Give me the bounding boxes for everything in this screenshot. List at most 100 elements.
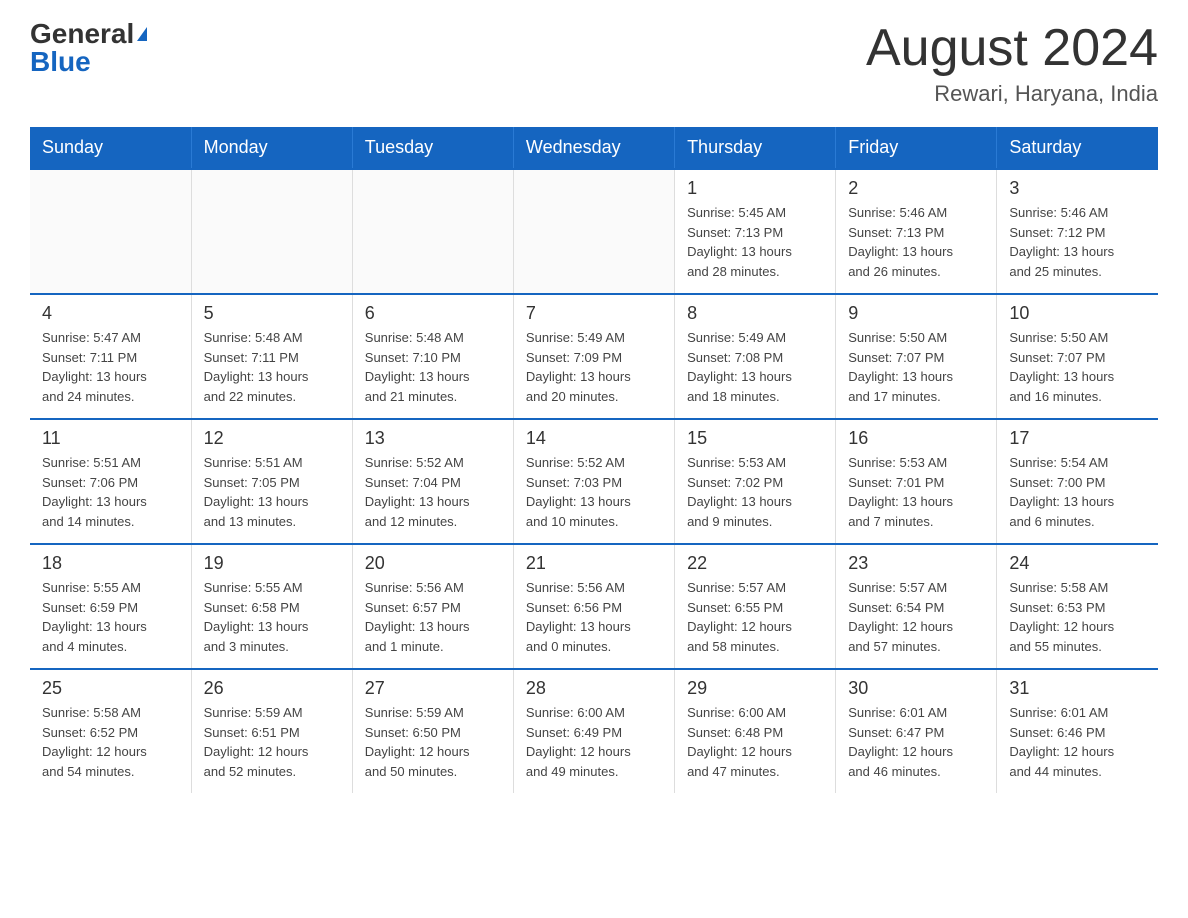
logo: General Blue (30, 20, 147, 76)
day-number: 13 (365, 428, 501, 449)
day-number: 18 (42, 553, 179, 574)
day-number: 12 (204, 428, 340, 449)
day-number: 8 (687, 303, 823, 324)
day-number: 11 (42, 428, 179, 449)
day-info: Sunrise: 5:51 AMSunset: 7:06 PMDaylight:… (42, 453, 179, 531)
day-number: 17 (1009, 428, 1146, 449)
day-number: 29 (687, 678, 823, 699)
calendar-cell: 25 Sunrise: 5:58 AMSunset: 6:52 PMDayligh… (30, 669, 191, 793)
day-number: 14 (526, 428, 662, 449)
day-number: 21 (526, 553, 662, 574)
day-number: 28 (526, 678, 662, 699)
calendar-cell: 31 Sunrise: 6:01 AMSunset: 6:46 PMDayligh… (997, 669, 1158, 793)
title-area: August 2024 Rewari, Haryana, India (866, 20, 1158, 107)
day-number: 26 (204, 678, 340, 699)
weekday-header-friday: Friday (836, 127, 997, 169)
day-number: 19 (204, 553, 340, 574)
calendar-week-3: 11 Sunrise: 5:51 AMSunset: 7:06 PMDayligh… (30, 419, 1158, 544)
calendar-cell (513, 169, 674, 294)
day-info: Sunrise: 5:49 AMSunset: 7:09 PMDaylight:… (526, 328, 662, 406)
weekday-header-saturday: Saturday (997, 127, 1158, 169)
calendar-cell: 27Sunrise: 5:59 AMSunset: 6:50 PMDayligh… (352, 669, 513, 793)
day-info: Sunrise: 5:59 AMSunset: 6:51 PMDaylight:… (204, 703, 340, 781)
calendar-cell: 20 Sunrise: 5:56 AMSunset: 6:57 PMDayligh… (352, 544, 513, 669)
calendar-cell: 11 Sunrise: 5:51 AMSunset: 7:06 PMDayligh… (30, 419, 191, 544)
day-info: Sunrise: 5:48 AMSunset: 7:11 PMDaylight:… (204, 328, 340, 406)
calendar-cell: 7 Sunrise: 5:49 AMSunset: 7:09 PMDaylight… (513, 294, 674, 419)
day-info: Sunrise: 5:58 AMSunset: 6:52 PMDaylight:… (42, 703, 179, 781)
calendar-week-4: 18 Sunrise: 5:55 AMSunset: 6:59 PMDayligh… (30, 544, 1158, 669)
calendar-cell: 16 Sunrise: 5:53 AMSunset: 7:01 PMDayligh… (836, 419, 997, 544)
calendar-cell: 30 Sunrise: 6:01 AMSunset: 6:47 PMDayligh… (836, 669, 997, 793)
day-info: Sunrise: 6:01 AMSunset: 6:46 PMDaylight:… (1009, 703, 1146, 781)
calendar-cell: 2Sunrise: 5:46 AMSunset: 7:13 PMDaylight… (836, 169, 997, 294)
day-info: Sunrise: 5:58 AMSunset: 6:53 PMDaylight:… (1009, 578, 1146, 656)
day-number: 25 (42, 678, 179, 699)
day-number: 22 (687, 553, 823, 574)
location: Rewari, Haryana, India (866, 81, 1158, 107)
day-number: 16 (848, 428, 984, 449)
day-info: Sunrise: 5:57 AMSunset: 6:54 PMDaylight:… (848, 578, 984, 656)
day-info: Sunrise: 5:53 AMSunset: 7:02 PMDaylight:… (687, 453, 823, 531)
day-number: 2 (848, 178, 984, 199)
day-number: 20 (365, 553, 501, 574)
day-info: Sunrise: 6:00 AMSunset: 6:48 PMDaylight:… (687, 703, 823, 781)
day-info: Sunrise: 6:01 AMSunset: 6:47 PMDaylight:… (848, 703, 984, 781)
calendar-cell: 22 Sunrise: 5:57 AMSunset: 6:55 PMDayligh… (675, 544, 836, 669)
day-info: Sunrise: 5:56 AMSunset: 6:56 PMDaylight:… (526, 578, 662, 656)
day-info: Sunrise: 5:50 AMSunset: 7:07 PMDaylight:… (848, 328, 984, 406)
calendar-cell: 21 Sunrise: 5:56 AMSunset: 6:56 PMDayligh… (513, 544, 674, 669)
day-number: 31 (1009, 678, 1146, 699)
month-title: August 2024 (866, 20, 1158, 77)
day-info: Sunrise: 5:50 AMSunset: 7:07 PMDaylight:… (1009, 328, 1146, 406)
calendar-week-2: 4Sunrise: 5:47 AMSunset: 7:11 PMDaylight… (30, 294, 1158, 419)
day-number: 3 (1009, 178, 1146, 199)
weekday-header-row: SundayMondayTuesdayWednesdayThursdayFrid… (30, 127, 1158, 169)
calendar-body: 1Sunrise: 5:45 AMSunset: 7:13 PMDaylight… (30, 169, 1158, 793)
calendar-cell: 4Sunrise: 5:47 AMSunset: 7:11 PMDaylight… (30, 294, 191, 419)
day-number: 27 (365, 678, 501, 699)
day-info: Sunrise: 5:55 AMSunset: 6:59 PMDaylight:… (42, 578, 179, 656)
calendar-cell: 6Sunrise: 5:48 AMSunset: 7:10 PMDaylight… (352, 294, 513, 419)
calendar-cell: 24Sunrise: 5:58 AMSunset: 6:53 PMDayligh… (997, 544, 1158, 669)
calendar-header: SundayMondayTuesdayWednesdayThursdayFrid… (30, 127, 1158, 169)
page-header: General Blue August 2024 Rewari, Haryana… (30, 20, 1158, 107)
day-info: Sunrise: 5:55 AMSunset: 6:58 PMDaylight:… (204, 578, 340, 656)
calendar-cell: 9 Sunrise: 5:50 AMSunset: 7:07 PMDaylight… (836, 294, 997, 419)
day-number: 6 (365, 303, 501, 324)
calendar-cell: 18 Sunrise: 5:55 AMSunset: 6:59 PMDayligh… (30, 544, 191, 669)
calendar-cell: 17 Sunrise: 5:54 AMSunset: 7:00 PMDayligh… (997, 419, 1158, 544)
day-info: Sunrise: 5:56 AMSunset: 6:57 PMDaylight:… (365, 578, 501, 656)
calendar-cell: 10 Sunrise: 5:50 AMSunset: 7:07 PMDayligh… (997, 294, 1158, 419)
calendar-cell: 1Sunrise: 5:45 AMSunset: 7:13 PMDaylight… (675, 169, 836, 294)
day-number: 15 (687, 428, 823, 449)
day-number: 1 (687, 178, 823, 199)
day-info: Sunrise: 5:46 AMSunset: 7:12 PMDaylight:… (1009, 203, 1146, 281)
day-number: 9 (848, 303, 984, 324)
calendar-cell: 3 Sunrise: 5:46 AMSunset: 7:12 PMDaylight… (997, 169, 1158, 294)
day-number: 4 (42, 303, 179, 324)
day-info: Sunrise: 5:53 AMSunset: 7:01 PMDaylight:… (848, 453, 984, 531)
day-info: Sunrise: 5:49 AMSunset: 7:08 PMDaylight:… (687, 328, 823, 406)
day-number: 23 (848, 553, 984, 574)
day-info: Sunrise: 5:52 AMSunset: 7:04 PMDaylight:… (365, 453, 501, 531)
calendar-cell (191, 169, 352, 294)
day-number: 7 (526, 303, 662, 324)
calendar-cell: 19 Sunrise: 5:55 AMSunset: 6:58 PMDayligh… (191, 544, 352, 669)
weekday-header-wednesday: Wednesday (513, 127, 674, 169)
weekday-header-thursday: Thursday (675, 127, 836, 169)
calendar-cell (352, 169, 513, 294)
day-info: Sunrise: 5:54 AMSunset: 7:00 PMDaylight:… (1009, 453, 1146, 531)
day-number: 10 (1009, 303, 1146, 324)
calendar-cell: 14Sunrise: 5:52 AMSunset: 7:03 PMDayligh… (513, 419, 674, 544)
day-info: Sunrise: 5:51 AMSunset: 7:05 PMDaylight:… (204, 453, 340, 531)
logo-triangle-icon (137, 27, 147, 41)
weekday-header-tuesday: Tuesday (352, 127, 513, 169)
weekday-header-sunday: Sunday (30, 127, 191, 169)
calendar-cell: 12 Sunrise: 5:51 AMSunset: 7:05 PMDayligh… (191, 419, 352, 544)
calendar-cell: 26 Sunrise: 5:59 AMSunset: 6:51 PMDayligh… (191, 669, 352, 793)
day-info: Sunrise: 5:57 AMSunset: 6:55 PMDaylight:… (687, 578, 823, 656)
calendar-cell: 8 Sunrise: 5:49 AMSunset: 7:08 PMDaylight… (675, 294, 836, 419)
day-number: 30 (848, 678, 984, 699)
calendar-week-5: 25 Sunrise: 5:58 AMSunset: 6:52 PMDayligh… (30, 669, 1158, 793)
